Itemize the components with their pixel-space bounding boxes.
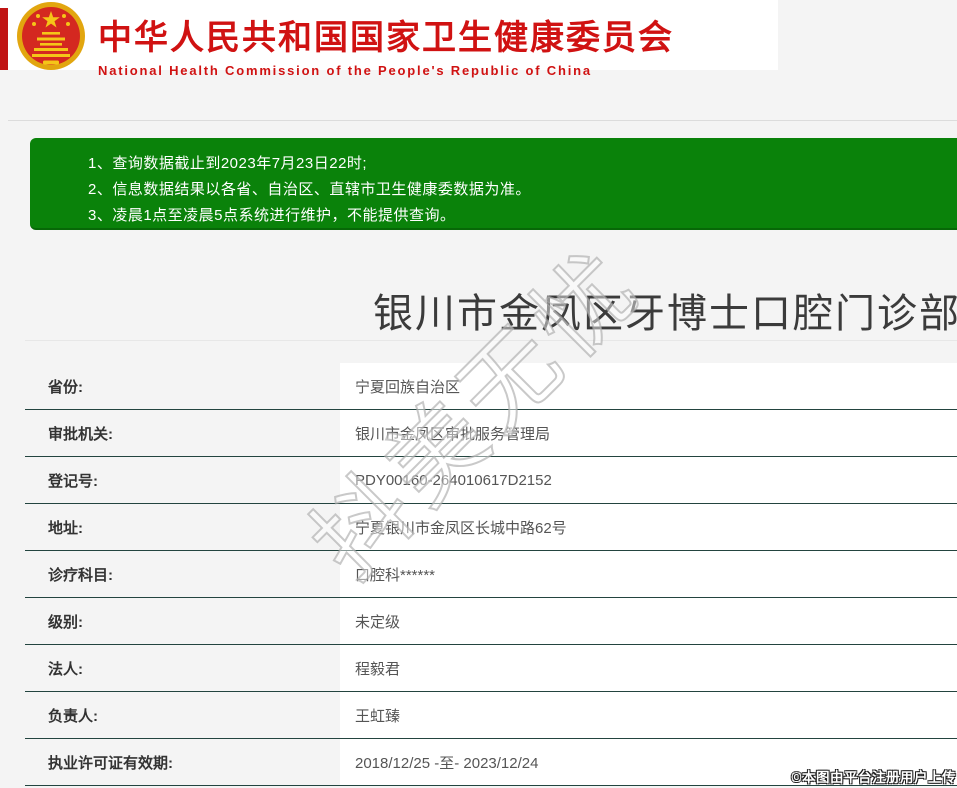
- table-row: 地址:宁夏银川市金凤区长城中路62号: [25, 504, 957, 551]
- china-national-emblem-icon: [16, 1, 86, 71]
- notice-line: 1、查询数据截止到2023年7月23日22时;: [88, 151, 957, 177]
- table-row: 级别:未定级: [25, 598, 957, 645]
- row-value: PDY00160-264010617D2152: [340, 457, 957, 503]
- row-label: 法人:: [25, 645, 340, 691]
- query-notice-box: 1、查询数据截止到2023年7月23日22时; 2、信息数据结果以各省、自治区、…: [30, 138, 957, 230]
- row-value: 银川市金凤区审批服务管理局: [340, 410, 957, 456]
- row-value: 未定级: [340, 598, 957, 644]
- row-value: 程毅君: [340, 645, 957, 691]
- table-row: 负责人:王虹臻: [25, 692, 957, 739]
- table-row: 审批机关:银川市金凤区审批服务管理局: [25, 410, 957, 457]
- row-value: 口腔科******: [340, 551, 957, 597]
- row-value: 宁夏银川市金凤区长城中路62号: [340, 504, 957, 550]
- table-row: 登记号:PDY00160-264010617D2152: [25, 457, 957, 504]
- row-label: 登记号:: [25, 457, 340, 503]
- row-label: 级别:: [25, 598, 340, 644]
- row-label: 诊疗科目:: [25, 551, 340, 597]
- notice-line: 3、凌晨1点至凌晨5点系统进行维护，不能提供查询。: [88, 203, 957, 229]
- photo-credit-badge: ©本图由平台注册用户上传: [792, 766, 956, 786]
- notice-list: 1、查询数据截止到2023年7月23日22时; 2、信息数据结果以各省、自治区、…: [30, 138, 957, 229]
- row-label: 负责人:: [25, 692, 340, 738]
- notice-line: 2、信息数据结果以各省、自治区、直辖市卫生健康委数据为准。: [88, 177, 957, 203]
- row-label: 地址:: [25, 504, 340, 550]
- commission-title-cn: 中华人民共和国国家卫生健康委员会: [98, 10, 674, 59]
- row-value: 宁夏回族自治区: [340, 363, 957, 409]
- institution-name-title: 银川市金凤区牙博士口腔门诊部: [373, 281, 957, 339]
- row-label: 省份:: [25, 363, 340, 409]
- row-label: 审批机关:: [25, 410, 340, 456]
- row-value: 王虹臻: [340, 692, 957, 738]
- header-divider: [8, 120, 957, 121]
- commission-title-en: National Health Commission of the People…: [98, 63, 674, 78]
- title-section-divider: [25, 340, 957, 341]
- info-table: 省份:宁夏回族自治区审批机关:银川市金凤区审批服务管理局登记号:PDY00160…: [25, 363, 957, 786]
- left-red-strip: [0, 8, 8, 70]
- site-header: 中华人民共和国国家卫生健康委员会 National Health Commiss…: [0, 0, 778, 70]
- table-row: 法人:程毅君: [25, 645, 957, 692]
- table-row: 诊疗科目:口腔科******: [25, 551, 957, 598]
- header-titles: 中华人民共和国国家卫生健康委员会 National Health Commiss…: [98, 10, 674, 78]
- row-label: 执业许可证有效期:: [25, 739, 340, 785]
- table-row: 省份:宁夏回族自治区: [25, 363, 957, 410]
